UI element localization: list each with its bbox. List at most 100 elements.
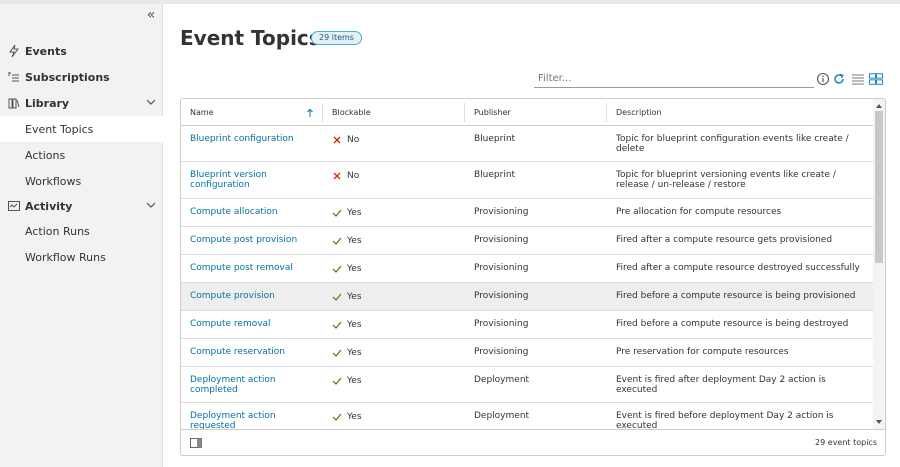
column-toggle-icon[interactable]: [190, 438, 202, 448]
publisher-cell: Deployment: [474, 375, 530, 385]
sidebar-item-label: Workflow Runs: [25, 250, 106, 264]
blockable-cell: Yes: [332, 292, 452, 302]
publisher-cell: Provisioning: [474, 291, 529, 301]
topic-name-link[interactable]: Deployment action requested: [190, 411, 315, 429]
table-row[interactable]: Compute post removal Yes Provisioning Fi…: [181, 255, 873, 283]
topic-name-link[interactable]: Compute allocation: [190, 207, 315, 217]
close-icon: [333, 172, 341, 180]
sort-ascending-icon[interactable]: [306, 108, 314, 118]
topic-name-link[interactable]: Blueprint version configuration: [190, 170, 315, 190]
bolt-icon: [8, 45, 20, 57]
sidebar-item-label: Event Topics: [25, 122, 94, 136]
topic-name-link[interactable]: Compute post provision: [190, 235, 315, 245]
sidebar-item-workflows[interactable]: Workflows: [0, 168, 163, 194]
table-row[interactable]: Compute reservation Yes Provisioning Pre…: [181, 339, 873, 367]
column-header-publisher[interactable]: Publisher: [465, 99, 606, 126]
column-header-label: Description: [616, 108, 662, 117]
description-cell: Topic for blueprint configuration events…: [616, 134, 849, 154]
table-row[interactable]: Deployment action requested Yes Deployme…: [181, 403, 873, 429]
blockable-value: No: [347, 135, 360, 145]
description-cell: Fired before a compute resource is being…: [616, 319, 849, 329]
grid-footer: 29 event topics: [181, 429, 885, 455]
blockable-value: Yes: [347, 264, 362, 274]
sidebar-item-label: Activity: [25, 199, 73, 213]
sidebar-item-label: Events: [25, 44, 67, 58]
table-row[interactable]: Deployment action completed Yes Deployme…: [181, 367, 873, 403]
column-header-name[interactable]: Name: [181, 99, 322, 126]
description-cell: Pre reservation for compute resources: [616, 347, 789, 357]
check-icon: [332, 377, 342, 385]
sidebar-item-label: Action Runs: [25, 224, 90, 238]
sidebar-item-activity[interactable]: Activity: [0, 193, 163, 219]
blockable-cell: Yes: [332, 264, 452, 274]
scroll-down-arrow-icon[interactable]: [874, 417, 884, 427]
topic-name-link[interactable]: Compute reservation: [190, 347, 315, 357]
blockable-cell: No: [332, 135, 452, 145]
topic-name-link[interactable]: Compute removal: [190, 319, 315, 329]
check-icon: [332, 265, 342, 273]
list-view-icon[interactable]: [851, 72, 865, 86]
topic-name-link[interactable]: Compute provision: [190, 291, 315, 301]
topic-name-link[interactable]: Blueprint configuration: [190, 134, 315, 144]
table-row[interactable]: Compute post provision Yes Provisioning …: [181, 227, 873, 255]
chevron-down-icon[interactable]: [147, 98, 155, 106]
card-view-icon[interactable]: [869, 72, 883, 86]
blockable-value: Yes: [347, 348, 362, 358]
blockable-cell: Yes: [332, 208, 452, 218]
blockable-cell: No: [332, 171, 452, 181]
footer-item-count: 29 event topics: [815, 438, 877, 447]
blockable-value: Yes: [347, 412, 362, 422]
topic-name-link[interactable]: Deployment action completed: [190, 375, 315, 395]
sidebar-item-label: Subscriptions: [25, 70, 110, 84]
blockable-cell: Yes: [332, 236, 452, 246]
sidebar-item-workflow-runs[interactable]: Workflow Runs: [0, 244, 163, 270]
filter-input[interactable]: [534, 70, 814, 88]
info-icon[interactable]: [816, 72, 830, 86]
publisher-cell: Deployment: [474, 411, 530, 421]
column-header-label: Blockable: [332, 108, 371, 117]
refresh-icon[interactable]: [832, 72, 846, 86]
blockable-cell: Yes: [332, 412, 452, 422]
column-header-description[interactable]: Description: [607, 99, 873, 126]
topic-name-link[interactable]: Compute post removal: [190, 263, 315, 273]
column-header-label: Publisher: [474, 108, 511, 117]
table-row[interactable]: Compute removal Yes Provisioning Fired b…: [181, 311, 873, 339]
table-row[interactable]: Blueprint configuration No Blueprint Top…: [181, 126, 873, 162]
check-icon: [332, 293, 342, 301]
publisher-cell: Provisioning: [474, 235, 529, 245]
chevron-down-icon[interactable]: [147, 201, 155, 209]
item-count-badge: 29 items: [311, 31, 362, 45]
close-icon: [333, 136, 341, 144]
sidebar-item-actions[interactable]: Actions: [0, 142, 163, 168]
library-icon: [8, 97, 20, 109]
blockable-value: No: [347, 171, 360, 181]
table-row[interactable]: Blueprint version configuration No Bluep…: [181, 162, 873, 199]
column-header-blockable[interactable]: Blockable: [323, 99, 464, 126]
sidebar-item-subscriptions[interactable]: Subscriptions: [0, 64, 163, 90]
scroll-up-arrow-icon[interactable]: [874, 101, 884, 111]
scrollbar-thumb[interactable]: [875, 111, 883, 263]
sidebar-item-label: Workflows: [25, 174, 82, 188]
blockable-value: Yes: [347, 376, 362, 386]
page-title: Event Topics: [180, 26, 321, 50]
sidebar-item-action-runs[interactable]: Action Runs: [0, 218, 163, 244]
blockable-value: Yes: [347, 208, 362, 218]
sidebar-item-library[interactable]: Library: [0, 90, 163, 116]
grid-body: Blueprint configuration No Blueprint Top…: [181, 126, 873, 429]
description-cell: Fired after a compute resource gets prov…: [616, 235, 833, 245]
sidebar-item-events[interactable]: Events: [0, 38, 163, 64]
table-row[interactable]: Compute provision Yes Provisioning Fired…: [181, 283, 873, 311]
table-row[interactable]: Compute allocation Yes Provisioning Pre …: [181, 199, 873, 227]
description-cell: Event is fired before deployment Day 2 a…: [616, 411, 834, 429]
publisher-cell: Provisioning: [474, 347, 529, 357]
blockable-value: Yes: [347, 320, 362, 330]
check-icon: [332, 413, 342, 421]
app-window: « Events Subscriptions Library Event Top…: [0, 0, 900, 467]
collapse-sidebar-button[interactable]: «: [144, 8, 158, 24]
publisher-cell: Blueprint: [474, 170, 516, 180]
description-cell: Pre allocation for compute resources: [616, 207, 782, 217]
sidebar-item-label: Library: [25, 96, 70, 110]
publisher-cell: Blueprint: [474, 134, 516, 144]
check-icon: [332, 349, 342, 357]
sidebar-item-event-topics[interactable]: Event Topics: [0, 116, 163, 142]
